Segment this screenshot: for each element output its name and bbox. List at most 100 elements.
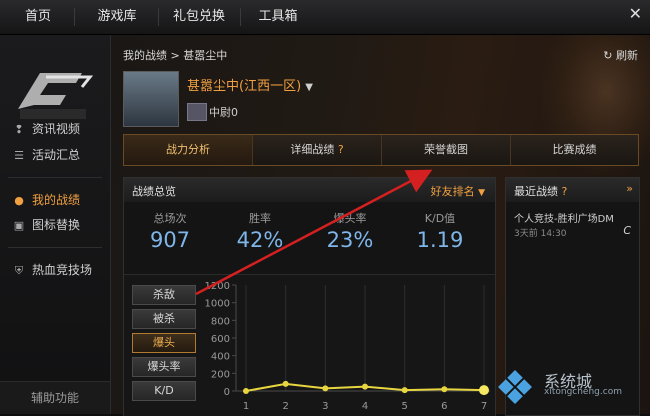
sidebar-item-label: 活动汇总 <box>32 148 81 162</box>
overview-header: 战绩总览 好友排名 ▼ <box>124 178 495 202</box>
stat-win-rate: 胜率 42% <box>220 210 300 252</box>
subtab-bar: 战力分析 详细战绩 ? 荣誉截图 比赛成绩 <box>123 134 639 166</box>
cf-logo <box>18 73 94 119</box>
line-chart: 0200400600800100012001 2 3 4 5 6 7 <box>205 281 490 412</box>
help-icon: ? <box>561 185 568 198</box>
refresh-button[interactable]: ↻ 刷新 <box>603 47 638 63</box>
tab-game-library[interactable]: 游戏库 <box>84 0 150 34</box>
sidebar-item-label: 资讯视频 <box>32 122 81 136</box>
data-point <box>282 380 289 387</box>
stat-value: 23% <box>326 228 374 252</box>
refresh-label: 刷新 <box>616 49 638 62</box>
sidebar-item-my-record[interactable]: ● 我的战绩 <box>12 190 80 210</box>
data-point <box>401 387 408 394</box>
stat-label: 爆头率 <box>333 212 367 225</box>
stat-label: K/D值 <box>424 212 456 225</box>
recent-title-text: 最近战绩 <box>514 185 558 198</box>
y-tick-label: 800 <box>211 316 230 327</box>
y-tick-label: 200 <box>211 369 230 380</box>
tab-gift-redeem[interactable]: 礼包兑换 <box>166 0 232 34</box>
chart-button-kd[interactable]: K/D <box>132 381 196 401</box>
watermark: 系统城 xitongcheng.com <box>484 360 650 414</box>
stat-value: 907 <box>149 228 191 252</box>
sidebar-item-events[interactable]: ☰ 活动汇总 <box>12 145 80 165</box>
sidebar-item-news[interactable]: ❢ 资讯视频 <box>12 119 80 139</box>
assist-button[interactable]: 辅助功能 <box>0 381 110 414</box>
chevron-down-icon: ▼ <box>478 188 485 198</box>
sidebar-divider <box>8 177 102 178</box>
data-point <box>243 388 249 394</box>
shield-icon: ⛨ <box>14 264 24 277</box>
windows-logo-icon <box>498 370 532 404</box>
sidebar-item-label: 我的战绩 <box>32 193 81 207</box>
recent-title: 最近战绩 ? <box>514 183 567 199</box>
data-point <box>322 385 329 392</box>
data-point <box>441 386 448 393</box>
chart-area: 杀敌 被杀 爆头 爆头率 K/D 0 200 400 600 800 1000 1200 1 2… <box>124 274 495 416</box>
tab-home[interactable]: 首页 <box>10 0 66 34</box>
nav-divider <box>240 8 241 26</box>
x-tick-label: 2 <box>282 401 288 412</box>
recent-match-title[interactable]: 个人竞技-胜利广场DM <box>514 210 614 225</box>
y-tick-label: 1200 <box>205 281 230 292</box>
x-tick-label: 6 <box>441 401 447 412</box>
avatar <box>123 71 179 127</box>
rank-text: 中尉0 <box>209 106 238 119</box>
data-point <box>362 383 368 390</box>
tab-detail-record[interactable]: 详细战绩 ? <box>253 135 382 165</box>
stat-kd: K/D值 1.19 <box>400 210 480 252</box>
chart-button-headshot-rate[interactable]: 爆头率 <box>132 357 196 377</box>
stat-label: 胜率 <box>249 212 271 225</box>
x-tick-label: 5 <box>401 401 407 412</box>
tab-power-analysis[interactable]: 战力分析 <box>124 135 253 165</box>
recent-header: 最近战绩 ? » <box>506 178 639 202</box>
recent-match-time: 3天前 14:30 <box>514 229 567 239</box>
nav-divider <box>158 8 159 26</box>
player-name-text: 甚嚣尘中(江西一区) <box>187 79 302 94</box>
chart-button-deaths[interactable]: 被杀 <box>132 309 196 329</box>
y-tick-label: 600 <box>211 334 230 345</box>
sidebar-item-arena[interactable]: ⛨ 热血竞技场 <box>12 260 92 280</box>
chart-button-headshots[interactable]: 爆头 <box>132 333 196 353</box>
friend-rank-label: 好友排名 <box>430 185 475 198</box>
stat-value: 1.19 <box>416 228 464 252</box>
double-chevron-right-icon[interactable]: » <box>626 182 633 195</box>
close-icon[interactable]: ✕ <box>629 4 642 23</box>
list-icon: ☰ <box>14 149 24 162</box>
friend-rank-dropdown[interactable]: 好友排名 ▼ <box>431 183 485 199</box>
stat-value: 42% <box>236 228 284 252</box>
info-icon: ❢ <box>14 123 24 136</box>
tab-match-results[interactable]: 比赛成绩 <box>511 135 638 165</box>
tab-toolbox[interactable]: 工具箱 <box>248 0 308 34</box>
overview-panel: 战绩总览 好友排名 ▼ 总场次 907 胜率 42% 爆头率 23% K/D值 … <box>123 177 496 416</box>
sidebar: ❢ 资讯视频 ☰ 活动汇总 ● 我的战绩 ▣ 图标替换 ⛨ 热血竞技场 辅助功能 <box>0 35 111 414</box>
y-tick-label: 0 <box>224 387 230 398</box>
rank-badge-icon <box>187 103 207 121</box>
recent-match-result: C <box>623 224 631 237</box>
main-content: 我的战绩 > 甚嚣尘中 ↻ 刷新 甚嚣尘中(江西一区) ▼ 中尉0 战力分析 详… <box>111 35 650 416</box>
top-nav: 首页 游戏库 礼包兑换 工具箱 ✕ <box>0 0 650 35</box>
x-tick-label: 1 <box>243 401 249 412</box>
user-icon: ● <box>14 194 24 207</box>
sidebar-item-icon-replace[interactable]: ▣ 图标替换 <box>12 215 80 235</box>
sidebar-divider <box>8 247 102 248</box>
refresh-icon: ↻ <box>603 49 613 62</box>
overview-title: 战绩总览 <box>132 185 176 198</box>
sidebar-item-label: 图标替换 <box>32 218 81 232</box>
stat-total-games: 总场次 907 <box>130 210 210 252</box>
player-name[interactable]: 甚嚣尘中(江西一区) ▼ <box>187 75 313 94</box>
sidebar-item-label: 热血竞技场 <box>32 263 93 277</box>
y-tick-label: 400 <box>211 352 230 363</box>
chevron-down-icon: ▼ <box>305 82 313 93</box>
y-tick-label: 1000 <box>205 299 230 310</box>
stat-label: 总场次 <box>153 212 187 225</box>
nav-divider <box>74 8 75 26</box>
replace-icon: ▣ <box>13 219 25 232</box>
x-tick-label: 4 <box>362 401 368 412</box>
tab-honor-screenshot[interactable]: 荣誉截图 <box>382 135 511 165</box>
breadcrumb: 我的战绩 > 甚嚣尘中 <box>123 49 228 62</box>
chart-button-kills[interactable]: 杀敌 <box>132 285 196 305</box>
stat-headshot-rate: 爆头率 23% <box>310 210 390 252</box>
help-icon: ? <box>337 143 344 156</box>
tab-label: 详细战绩 <box>290 143 335 156</box>
